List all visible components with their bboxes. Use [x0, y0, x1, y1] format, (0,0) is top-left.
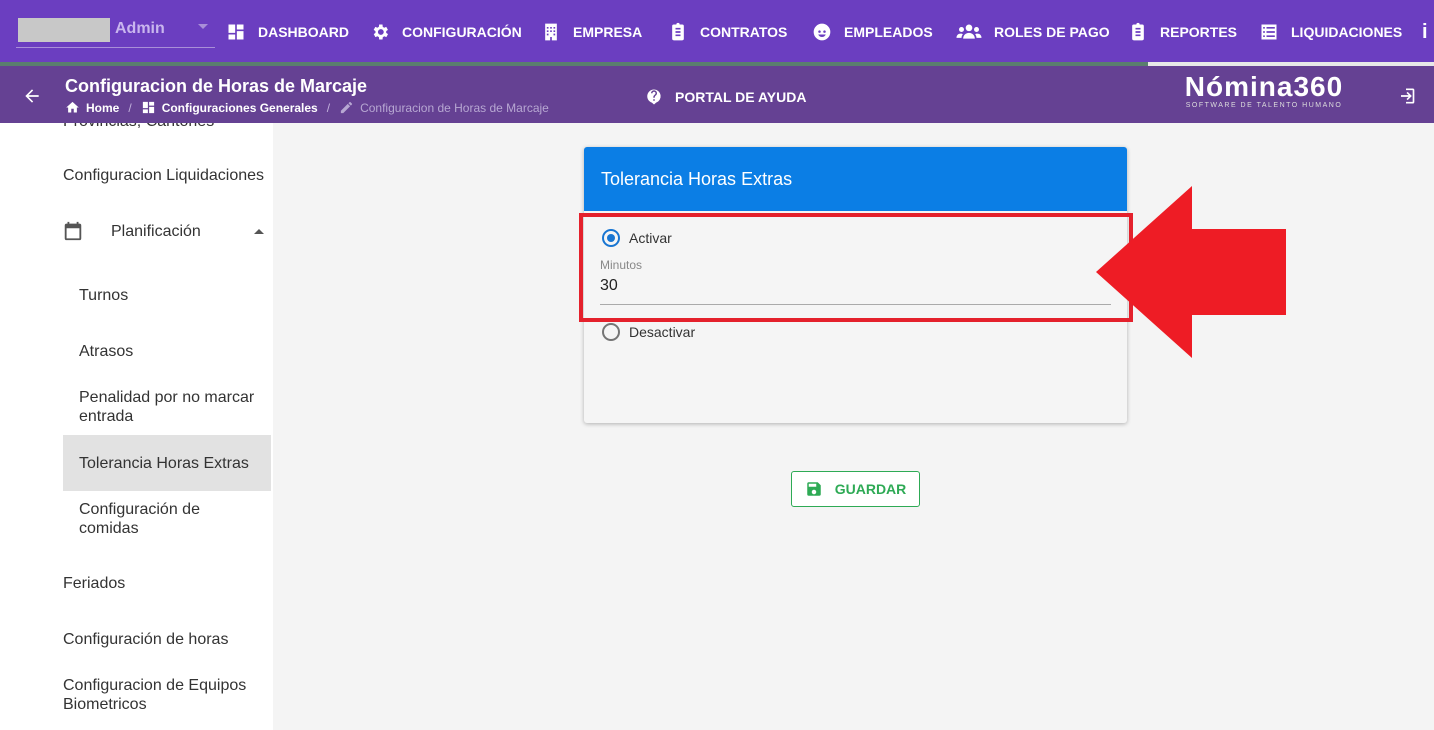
- nav-contratos[interactable]: CONTRATOS: [668, 20, 787, 44]
- sidebar-item-tolerancia[interactable]: Tolerancia Horas Extras: [79, 454, 269, 473]
- gear-icon: [370, 22, 390, 42]
- dashboard-icon: [142, 101, 154, 114]
- brand-tagline: SOFTWARE DE TALENTO HUMANO: [1185, 102, 1343, 109]
- annotation-arrow-icon: [1096, 186, 1286, 358]
- nav-roles-de-pago[interactable]: ROLES DE PAGO: [956, 20, 1110, 44]
- user-name: Admin: [115, 20, 165, 37]
- dashboard-icon: [226, 22, 246, 42]
- list-icon: [1259, 22, 1279, 42]
- nav-label: DASHBOARD: [258, 24, 349, 40]
- nav-label: ROLES DE PAGO: [994, 24, 1110, 40]
- nav-configuracion[interactable]: CONFIGURACIÓN: [370, 20, 522, 44]
- sidebar-item-equipos[interactable]: Configuracion de Equipos Biometricos: [63, 676, 263, 714]
- nav-label: EMPLEADOS: [844, 24, 933, 40]
- sidebar-item-planificacion[interactable]: Planificación: [111, 222, 201, 241]
- chevron-down-icon: [198, 24, 208, 29]
- breadcrumb-home[interactable]: Home: [65, 100, 119, 115]
- calendar-icon: [62, 220, 84, 242]
- user-avatar: [18, 18, 110, 42]
- chevron-up-icon[interactable]: [254, 229, 264, 234]
- sidebar-item-atrasos[interactable]: Atrasos: [79, 342, 269, 361]
- sidebar-item-feriados[interactable]: Feriados: [63, 574, 125, 593]
- card-title: Tolerancia Horas Extras: [601, 169, 793, 189]
- nav-label: LIQUIDACIONES: [1291, 24, 1403, 40]
- sidebar: Provincias, Cantones Configuracion Liqui…: [0, 123, 273, 730]
- brand-logo: Nómina360 SOFTWARE DE TALENTO HUMANO: [1172, 71, 1356, 110]
- logout-icon: [1401, 88, 1415, 104]
- sidebar-item-provincias[interactable]: Provincias, Cantones: [63, 123, 214, 131]
- sidebar-item-horas[interactable]: Configuración de horas: [63, 630, 228, 649]
- breadcrumb-section[interactable]: Configuraciones Generales: [141, 100, 318, 115]
- sidebar-item-comidas[interactable]: Configuración de comidas: [79, 500, 219, 538]
- breadcrumb-current: Configuracion de Horas de Marcaje: [339, 100, 549, 115]
- nav-more[interactable]: i: [1422, 20, 1434, 44]
- report-icon: [1128, 22, 1148, 42]
- breadcrumb-separator: /: [128, 100, 132, 115]
- card-header: Tolerancia Horas Extras: [584, 147, 1127, 211]
- nav-label: REPORTES: [1160, 24, 1238, 40]
- radio-desactivar-label: Desactivar: [629, 324, 696, 340]
- top-navigation: Admin DASHBOARD CONFIGURACIÓN EMPRESA CO…: [0, 0, 1434, 64]
- users-icon: [956, 22, 982, 42]
- nav-label: CONFIGURACIÓN: [402, 24, 522, 40]
- radio-desactivar[interactable]: Desactivar: [602, 323, 695, 341]
- clipboard-icon: [668, 22, 688, 42]
- annotation-highlight-box: [579, 213, 1133, 322]
- back-button[interactable]: [22, 86, 42, 106]
- breadcrumb-separator: /: [326, 100, 331, 115]
- nav-reportes[interactable]: REPORTES: [1128, 20, 1237, 44]
- face-icon: [812, 22, 832, 42]
- home-icon: [66, 101, 79, 113]
- arrow-left-icon: [25, 89, 39, 103]
- nav-empleados[interactable]: EMPLEADOS: [812, 20, 933, 44]
- logout-button[interactable]: [1396, 86, 1416, 106]
- sidebar-item-penalidad[interactable]: Penalidad por no marcar entrada: [79, 388, 264, 426]
- breadcrumb: Home / Configuraciones Generales / Confi…: [65, 100, 549, 115]
- user-select[interactable]: Admin: [16, 14, 215, 48]
- page-header: Configuracion de Horas de Marcaje Home /…: [0, 66, 1434, 123]
- help-portal-link[interactable]: PORTAL DE AYUDA: [645, 88, 806, 106]
- pencil-icon: [340, 101, 353, 114]
- breadcrumb-home-label: Home: [86, 100, 120, 115]
- breadcrumb-section-label: Configuraciones Generales: [161, 100, 318, 115]
- nav-empresa[interactable]: EMPRESA: [541, 20, 642, 44]
- help-label: PORTAL DE AYUDA: [675, 89, 807, 105]
- building-icon: [541, 22, 561, 42]
- breadcrumb-current-label: Configuracion de Horas de Marcaje: [360, 100, 549, 115]
- info-icon: i: [1422, 20, 1428, 43]
- help-icon: [647, 89, 661, 105]
- nav-dashboard[interactable]: DASHBOARD: [226, 20, 349, 44]
- radio-unchecked-icon[interactable]: [602, 323, 620, 341]
- sidebar-item-turnos[interactable]: Turnos: [79, 286, 269, 305]
- nav-label: EMPRESA: [573, 24, 643, 40]
- nav-liquidaciones[interactable]: LIQUIDACIONES: [1259, 20, 1402, 44]
- save-button[interactable]: GUARDAR: [791, 471, 920, 507]
- nav-label: CONTRATOS: [700, 24, 788, 40]
- brand-name: Nómina360: [1184, 71, 1344, 102]
- sidebar-item-liquidaciones[interactable]: Configuracion Liquidaciones: [63, 166, 264, 185]
- page-title: Configuracion de Horas de Marcaje: [65, 76, 368, 96]
- save-label: GUARDAR: [834, 481, 907, 497]
- floppy-disk-icon: [806, 482, 821, 496]
